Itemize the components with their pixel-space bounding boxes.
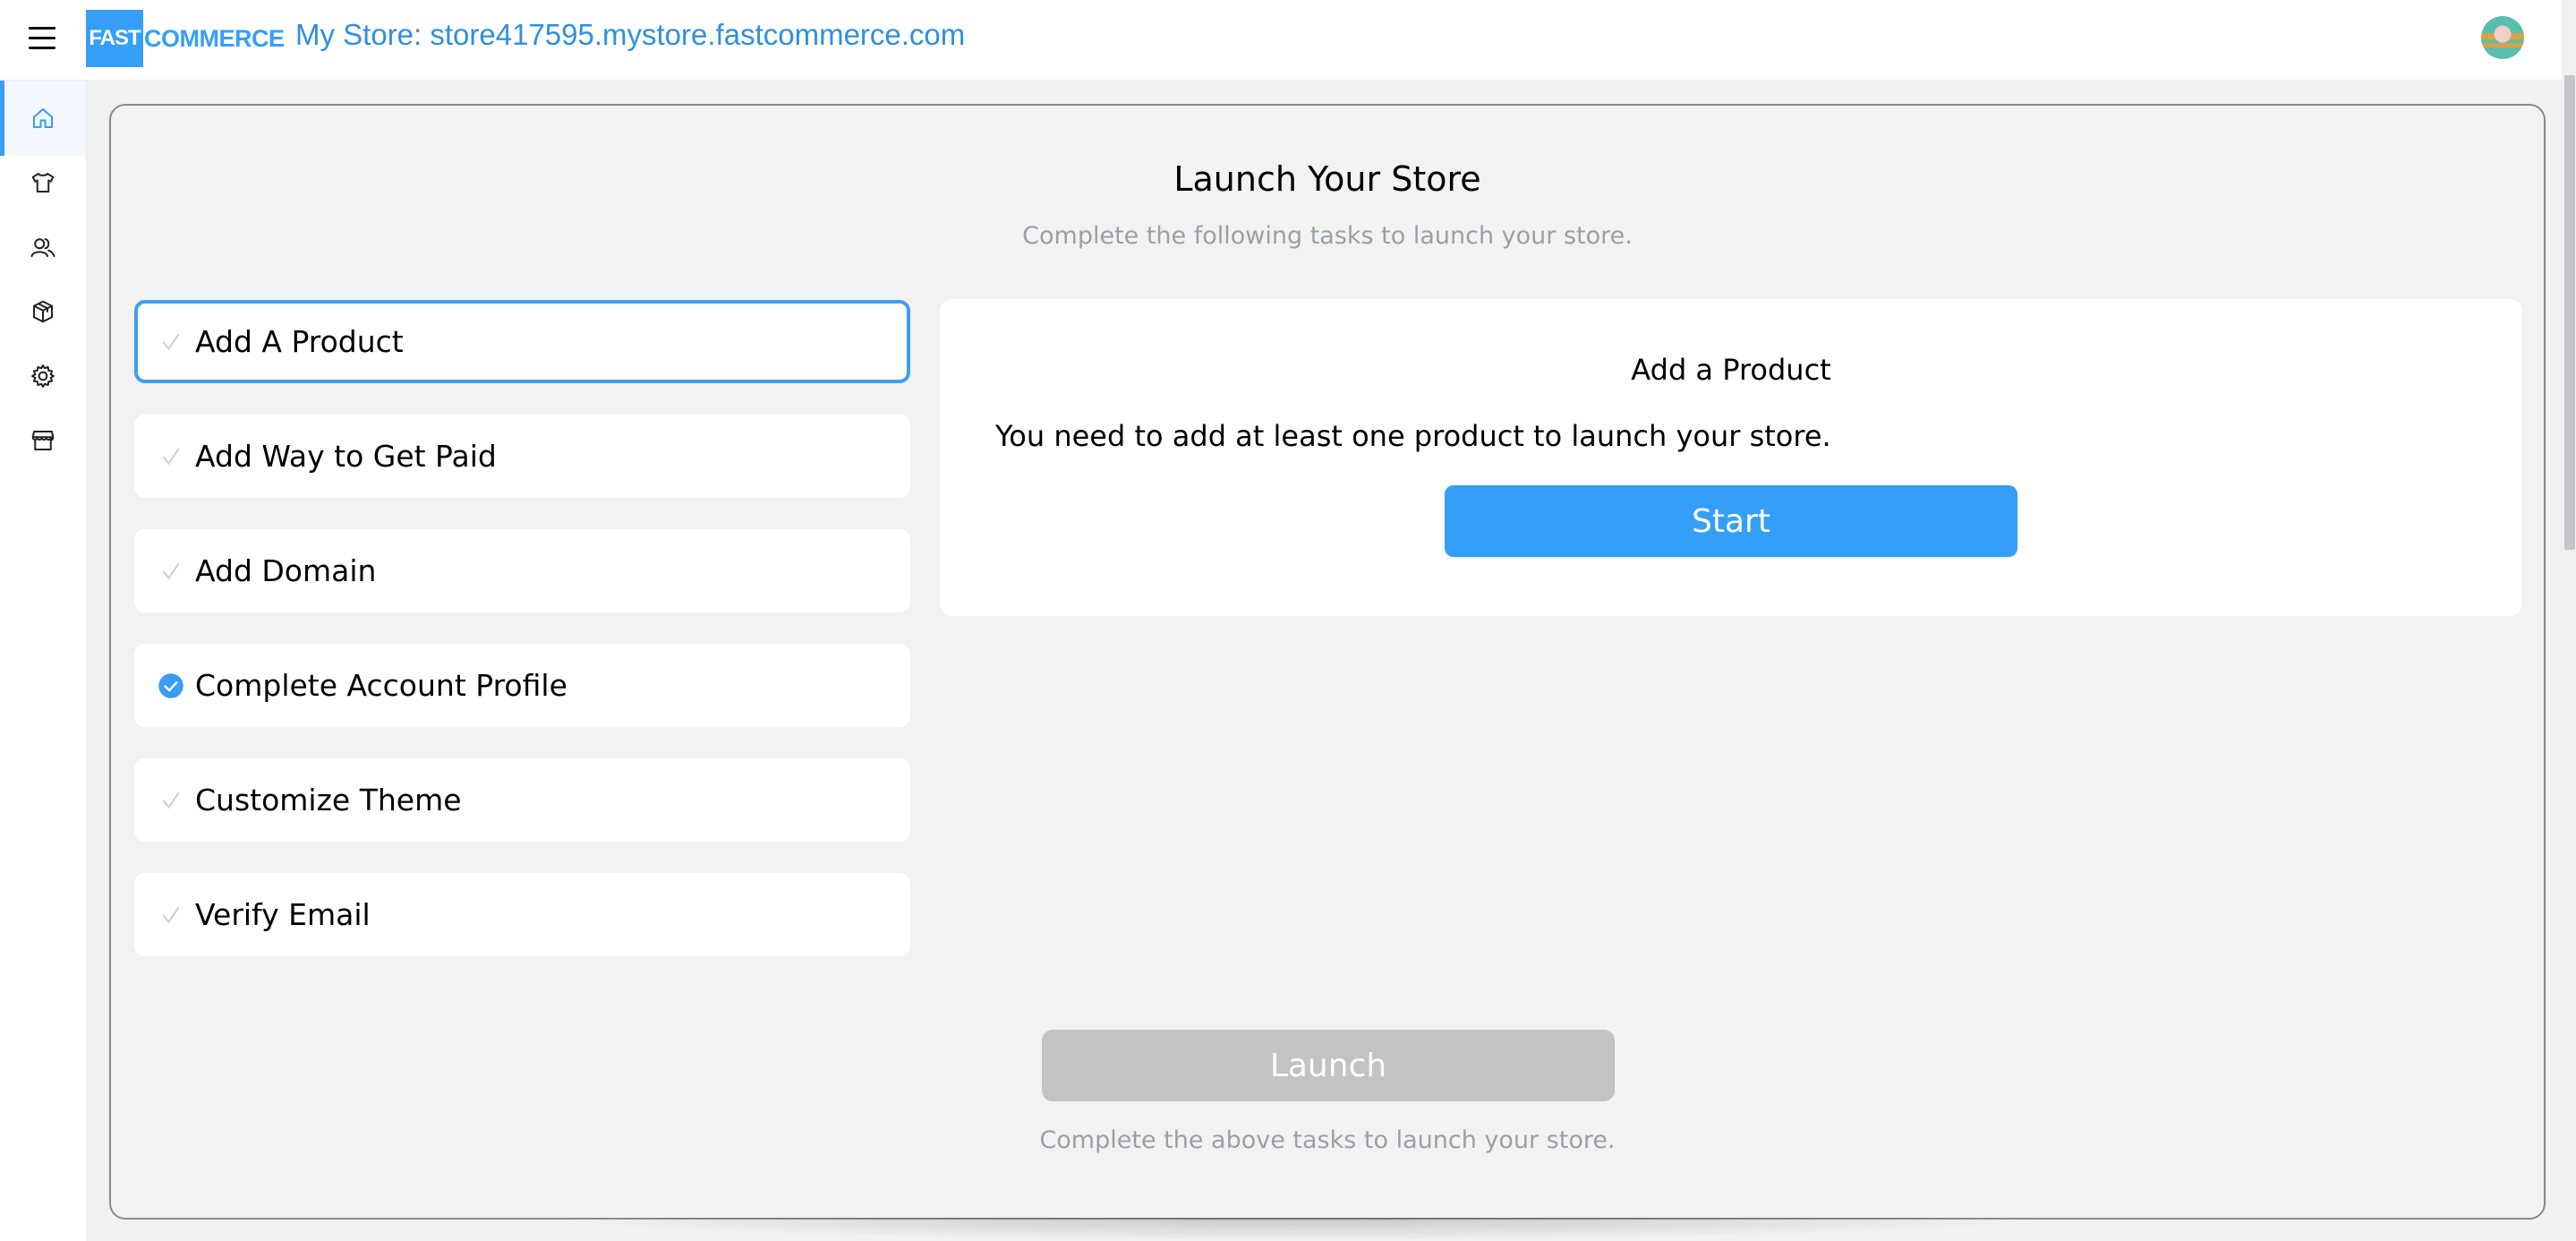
logo-fast-part: FAST — [86, 10, 143, 67]
check-icon — [156, 556, 186, 586]
page-scrollbar[interactable] — [2562, 0, 2576, 1241]
bottom-shadow — [537, 1218, 2059, 1241]
check-icon — [156, 900, 186, 930]
hamburger-menu-icon[interactable] — [29, 27, 55, 49]
page-title: Launch Your Store — [1173, 159, 1481, 199]
check-icon — [156, 441, 186, 472]
check-circle-icon — [156, 671, 186, 701]
users-icon — [30, 238, 55, 257]
task-label: Complete Account Profile — [195, 668, 567, 703]
task-label: Add Domain — [195, 553, 377, 588]
task-add-domain[interactable]: Add Domain — [134, 529, 910, 612]
tshirt-icon — [31, 173, 55, 193]
task-label: Add A Product — [195, 324, 404, 359]
gear-icon — [31, 364, 55, 388]
page-subtitle: Complete the following tasks to launch y… — [1022, 222, 1633, 250]
task-add-product[interactable]: Add A Product — [134, 300, 910, 383]
detail-description: You need to add at least one product to … — [995, 419, 1831, 453]
task-verify-email[interactable]: Verify Email — [134, 873, 910, 956]
top-header: FAST COMMERCE My Store: store417595.myst… — [0, 0, 2562, 81]
task-detail-card: Add a Product You need to add at least o… — [940, 299, 2522, 616]
task-label: Add Way to Get Paid — [195, 439, 497, 474]
detail-title: Add a Product — [1631, 353, 1831, 387]
check-icon — [156, 785, 186, 816]
start-button[interactable]: Start — [1445, 485, 2017, 557]
task-customize-theme[interactable]: Customize Theme — [134, 758, 910, 842]
task-label: Customize Theme — [195, 783, 462, 817]
fastcommerce-logo[interactable]: FAST COMMERCE — [86, 10, 285, 67]
sidebar — [0, 81, 87, 1241]
task-label: Verify Email — [195, 897, 371, 932]
sidebar-item-store[interactable] — [0, 403, 86, 478]
storefront-icon — [31, 431, 55, 450]
launch-button[interactable]: Launch — [1042, 1030, 1615, 1101]
check-icon — [156, 327, 186, 357]
task-add-payment[interactable]: Add Way to Get Paid — [134, 415, 910, 498]
scrollbar-thumb[interactable] — [2564, 75, 2575, 550]
home-icon — [33, 108, 53, 128]
launch-store-panel: Launch Your Store Complete the following… — [109, 104, 2546, 1220]
launch-note: Complete the above tasks to launch your … — [1039, 1126, 1616, 1154]
logo-commerce-part: COMMERCE — [144, 24, 285, 52]
user-avatar[interactable] — [2481, 16, 2524, 59]
box-icon — [33, 300, 53, 323]
store-title-link[interactable]: My Store: store417595.mystore.fastcommer… — [295, 18, 965, 52]
task-complete-profile[interactable]: Complete Account Profile — [134, 644, 910, 727]
